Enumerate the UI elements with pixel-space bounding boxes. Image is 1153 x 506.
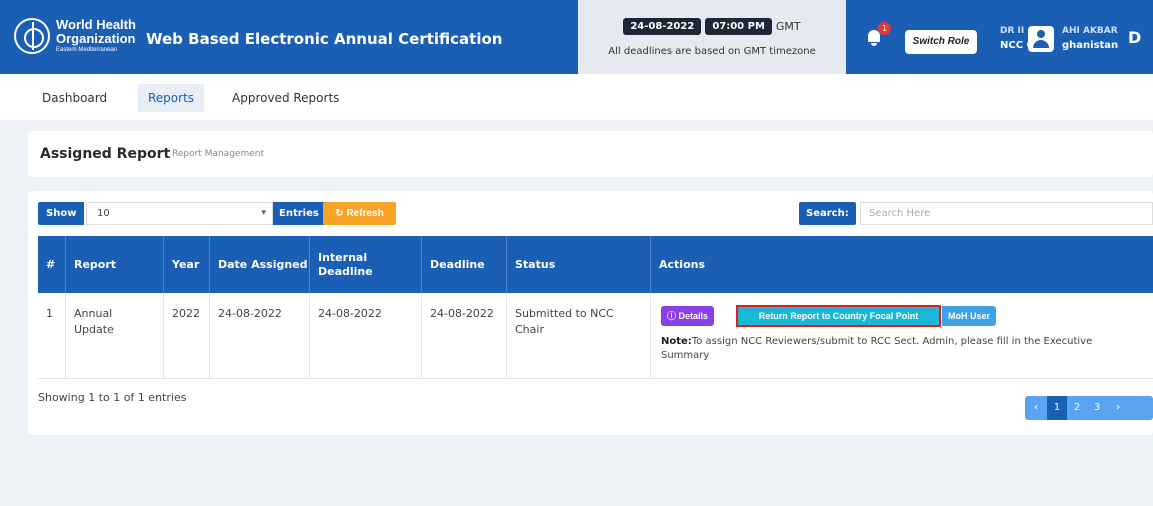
col-internal-deadline: Internal Deadline [310,236,422,293]
deadline-note: All deadlines are based on GMT timezone [608,46,816,57]
org-name-line1: World Health [56,17,136,33]
reports-panel: Show 10 ▾ Entries ↻ Refresh Search: Sear… [28,191,1153,435]
org-name-line2: Organization [56,30,136,46]
details-button[interactable]: ⓘ Details [661,306,715,326]
cell-deadline: 24-08-2022 [422,293,507,379]
cell-report: Annual Update [66,293,164,379]
table-row: 1 Annual Update 2022 24-08-2022 24-08-20… [38,293,1153,379]
who-emblem-icon [14,18,50,54]
refresh-button[interactable]: ↻ Refresh [323,202,396,225]
note-text: To assign NCC Reviewers/submit to RCC Se… [661,336,1093,361]
entries-label: Entries [273,202,325,225]
chevron-down-icon: ▾ [261,208,266,218]
user-role-end: ghanistan [1062,40,1119,51]
col-report: Report [66,236,164,293]
user-name-end: AHI AKBAR [1062,26,1118,36]
nav-dashboard[interactable]: Dashboard [32,84,117,112]
app-title: Web Based Electronic Annual Certificatio… [146,30,503,48]
page-2-button[interactable]: 2 [1067,396,1087,420]
breadcrumb: Report Management [172,149,264,159]
cell-year: 2022 [164,293,210,379]
moh-user-button[interactable]: MoH User [942,306,997,326]
current-time: 07:00 PM [705,18,772,35]
switch-role-button[interactable]: Switch Role [905,30,977,54]
org-region: Eastern Mediterranean [56,47,118,54]
avatar-icon[interactable] [1028,26,1054,52]
col-deadline: Deadline [422,236,507,293]
main-nav: Dashboard Reports Approved Reports [0,74,1153,120]
page-title: Assigned Report [40,146,171,162]
nav-approved-reports[interactable]: Approved Reports [222,84,349,112]
deadline-info: 24-08-2022 07:00 PM GMT All deadlines ar… [578,0,846,74]
details-label: Details [678,311,709,321]
cell-date-assigned: 24-08-2022 [210,293,310,379]
pagination: ‹ 1 2 3 › [1025,396,1153,420]
page-size-value: 10 [97,208,110,219]
col-actions: Actions [659,257,705,271]
note-label: Note: [661,336,692,347]
action-note: Note:To assign NCC Reviewers/submit to R… [661,335,1116,363]
cell-num: 1 [38,293,66,379]
top-bar: World Health Organization Eastern Medite… [0,0,1153,74]
col-date-assigned: Date Assigned [210,236,310,293]
search-input[interactable]: Search Here [860,202,1153,225]
prev-page-button[interactable]: ‹ [1025,396,1047,420]
page-1-button[interactable]: 1 [1047,396,1067,420]
page-size-select[interactable]: 10 ▾ [86,202,273,225]
timezone-label: GMT [775,20,801,33]
table-header: # Report Year Date Assigned Internal Dea… [38,236,1153,293]
cell-internal-deadline: 24-08-2022 [310,293,422,379]
refresh-label: Refresh [346,208,384,219]
show-label: Show [38,202,85,225]
search-label: Search: [799,202,856,225]
col-status: Status [507,236,651,293]
user-initial[interactable]: D [1128,28,1141,47]
cell-status: Submitted to NCC Chair [507,293,651,379]
who-logo: World Health Organization Eastern Medite… [14,11,142,61]
nav-reports[interactable]: Reports [138,84,205,112]
cell-actions: ⓘ Details Return Report to Country Focal… [651,293,1153,379]
refresh-icon: ↻ [335,208,347,219]
info-icon: ⓘ [667,311,679,321]
current-date: 24-08-2022 [623,18,702,35]
notification-badge: 1 [878,22,891,35]
next-page-button[interactable]: › [1107,396,1129,420]
col-year: Year [164,236,210,293]
page-3-button[interactable]: 3 [1087,396,1107,420]
entries-summary: Showing 1 to 1 of 1 entries [38,391,187,404]
col-num: # [38,236,66,293]
return-to-focal-point-button[interactable]: Return Report to Country Focal Point [736,305,941,327]
user-name-start: DR II [1000,26,1025,36]
page-header: Assigned Report Report Management [28,131,1153,177]
